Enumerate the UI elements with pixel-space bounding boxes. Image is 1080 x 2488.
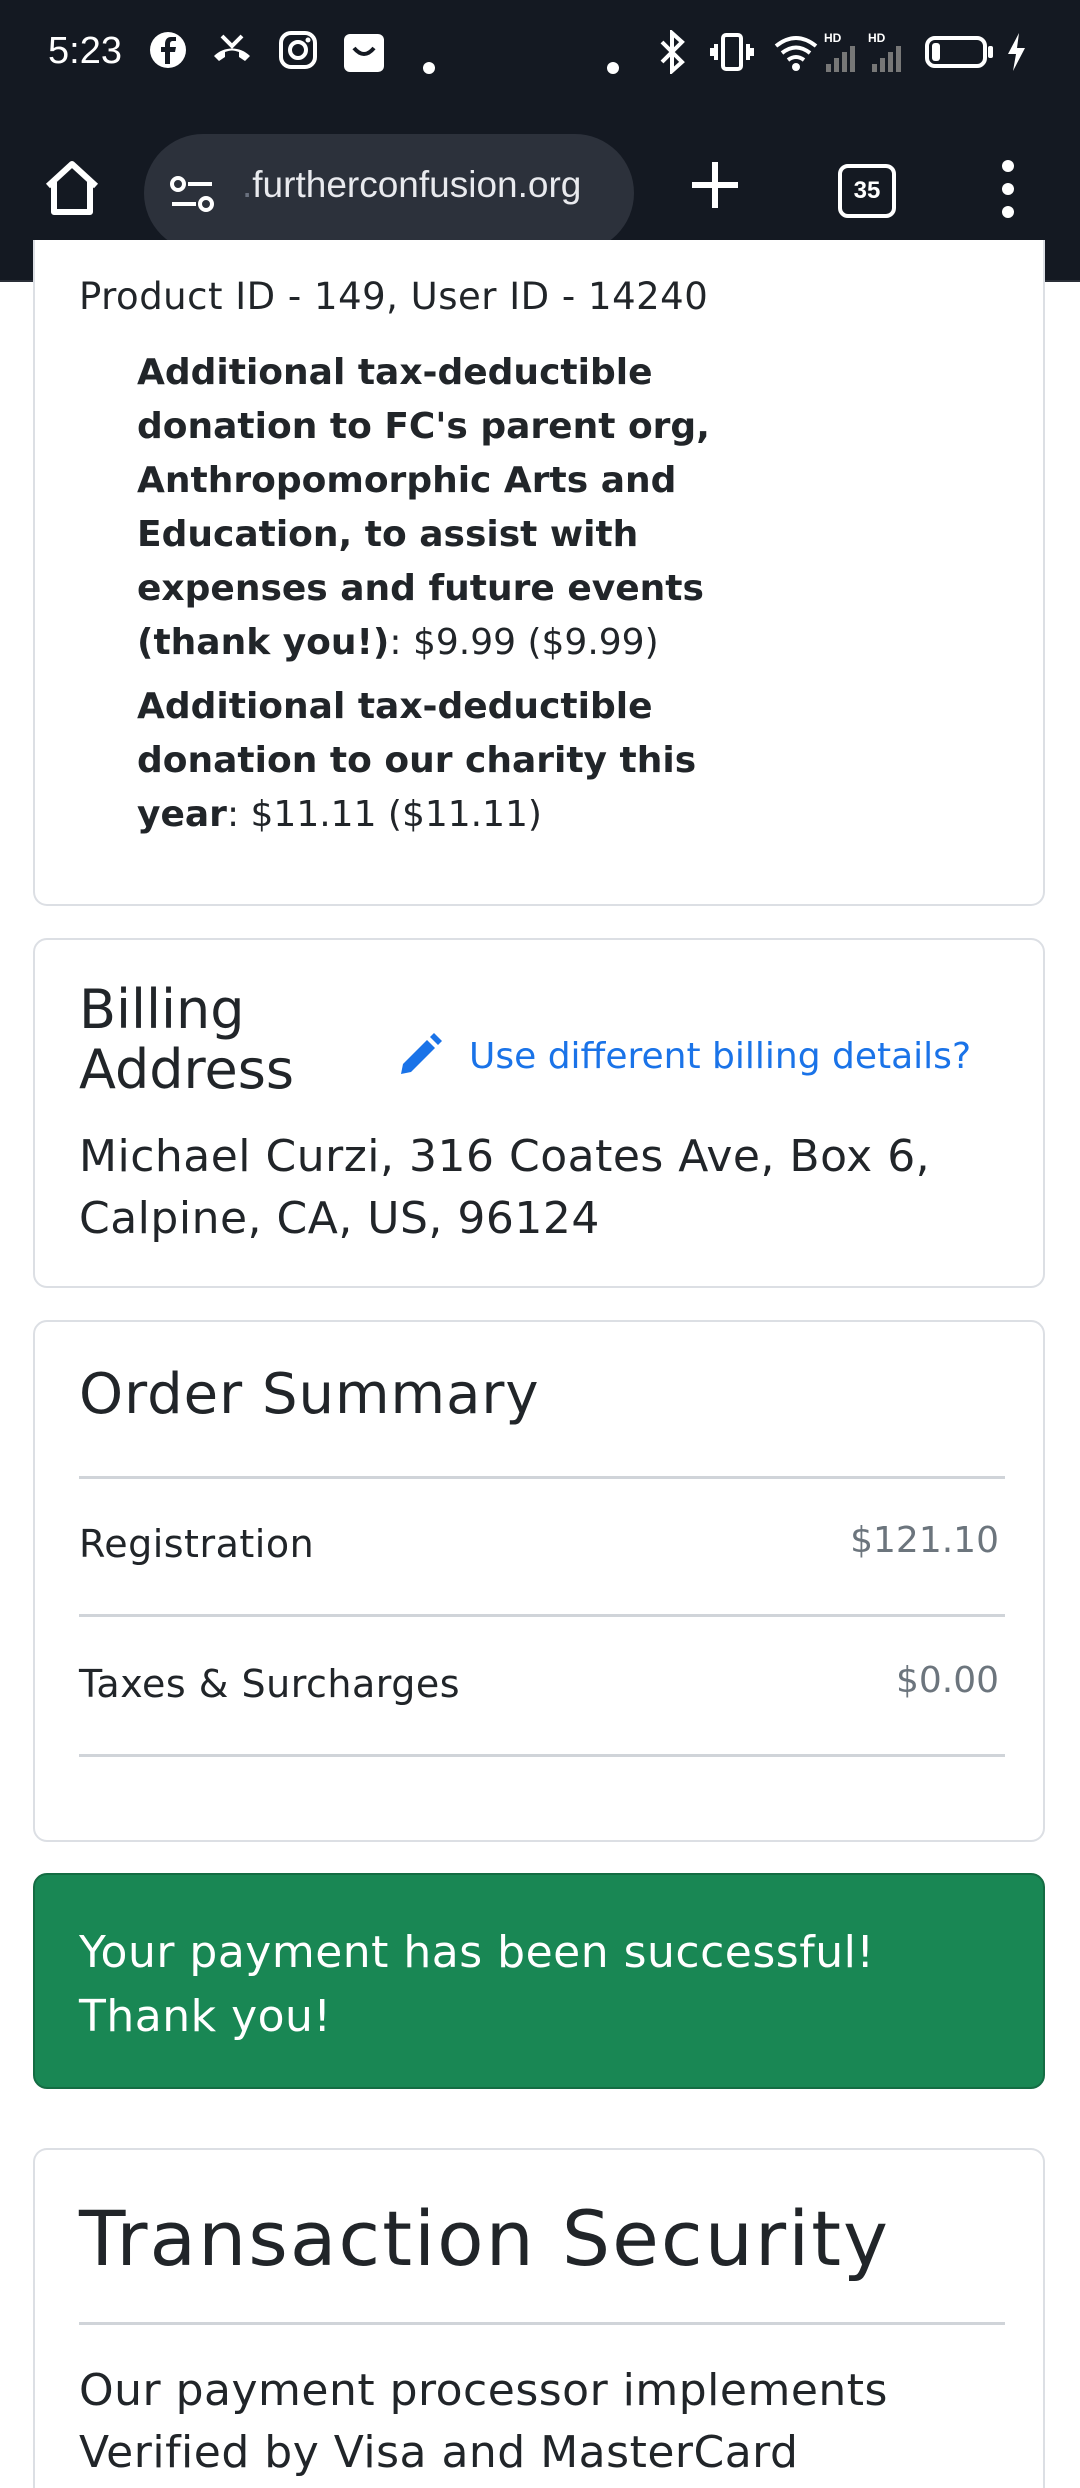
tab-switcher-button[interactable]: 35: [838, 164, 896, 218]
addon-item: Additional tax-deductible donation to FC…: [137, 346, 757, 670]
vibrate-icon: [710, 30, 754, 85]
billing-address-card: Billing Address Use different billing de…: [33, 938, 1045, 1288]
summary-row-value: $121.10: [850, 1520, 999, 1561]
battery-icon: [924, 30, 996, 85]
security-title: Transaction Security: [79, 2194, 891, 2283]
home-icon[interactable]: [40, 156, 104, 220]
payment-success-alert: Your payment has been successful! Thank …: [33, 1873, 1045, 2089]
bluetooth-icon: [654, 28, 690, 85]
product-id-line: Product ID - 149, User ID - 14240: [79, 275, 709, 318]
wifi-icon: [772, 30, 820, 85]
facebook-icon: [148, 30, 188, 81]
signal-icon: HD HD: [824, 30, 914, 85]
divider: [79, 1476, 1005, 1479]
url-domain: furtherconfusion.org: [252, 164, 582, 205]
alert-message: Your payment has been successful! Thank …: [79, 1927, 875, 2042]
change-billing-link[interactable]: Use different billing details?: [469, 1036, 971, 1077]
summary-row-label: Registration: [79, 1522, 315, 1566]
dot-icon: [606, 42, 620, 86]
addon-item: Additional tax-deductible donation to ou…: [137, 680, 757, 842]
shop-icon: [342, 30, 386, 85]
product-card: Product ID - 149, User ID - 14240 Additi…: [33, 240, 1045, 906]
divider: [79, 1754, 1005, 1757]
pencil-icon[interactable]: [397, 1032, 443, 1078]
status-time: 5:23: [48, 30, 122, 72]
addon-value: : $9.99 ($9.99): [389, 622, 659, 663]
site-settings-icon[interactable]: [168, 170, 216, 218]
more-menu-icon[interactable]: [998, 156, 1018, 222]
url-prefix: .: [242, 164, 253, 205]
addon-label: Additional tax-deductible donation to FC…: [137, 352, 710, 663]
divider: [79, 1614, 1005, 1617]
security-text: Our payment processor implements Verifie…: [79, 2365, 888, 2478]
new-tab-icon[interactable]: [686, 156, 744, 214]
url-text[interactable]: .furtherconfusion.org: [242, 164, 581, 206]
svg-text:HD: HD: [868, 31, 886, 45]
dot-icon: [422, 42, 436, 86]
order-summary-card: Order Summary Registration $121.10 Taxes…: [33, 1320, 1045, 1842]
billing-title: Billing Address: [79, 978, 295, 1101]
svg-text:HD: HD: [824, 31, 842, 45]
billing-address-text: Michael Curzi, 316 Coates Ave, Box 6, Ca…: [79, 1131, 931, 1244]
address-bar[interactable]: .furtherconfusion.org: [144, 134, 634, 252]
instagram-icon: [278, 30, 318, 81]
summary-row-label: Taxes & Surcharges: [79, 1662, 461, 1706]
missed-call-icon: [210, 30, 254, 81]
transaction-security-card: Transaction Security Our payment process…: [33, 2148, 1045, 2488]
summary-row-value: $0.00: [895, 1660, 999, 1701]
charging-icon: [1004, 30, 1028, 85]
status-bar: 5:23 HD HD: [0, 0, 1080, 112]
order-summary-title: Order Summary: [79, 1362, 540, 1427]
addon-value: : $11.11 ($11.11): [226, 794, 542, 835]
divider: [79, 2322, 1005, 2325]
